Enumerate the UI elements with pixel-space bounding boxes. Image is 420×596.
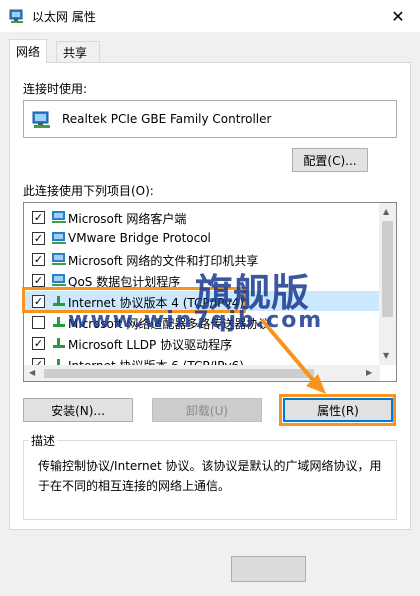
list-item-label: VMware Bridge Protocol xyxy=(68,231,211,245)
network-adapter-icon xyxy=(9,9,23,23)
watermark-url: www.win7qjb.com xyxy=(68,308,324,333)
tab-label: 共享 xyxy=(63,46,88,60)
close-button[interactable]: ✕ xyxy=(376,0,420,32)
adapter-field: Realtek PCIe GBE Family Controller xyxy=(23,100,397,138)
connect-using-label: 连接时使用: xyxy=(23,82,88,96)
properties-button-label: 属性(R) xyxy=(317,403,359,418)
description-text: 传输控制协议/Internet 协议。该协议是默认的广域网络协议，用于在不同的相… xyxy=(38,459,382,493)
checkbox[interactable]: ✓ xyxy=(32,253,45,266)
network-client-icon xyxy=(52,253,66,265)
tab-label: 网络 xyxy=(16,45,41,59)
uninstall-button[interactable]: 卸载(U) xyxy=(152,398,262,422)
properties-button[interactable]: 属性(R) xyxy=(283,398,393,422)
list-item-label: Microsoft 网络客户端 xyxy=(68,212,187,226)
network-client-icon xyxy=(52,232,66,244)
close-icon: ✕ xyxy=(391,6,405,26)
install-button-label: 安装(N)... xyxy=(51,403,105,418)
items-list-label: 此连接使用下列项目(O): xyxy=(23,184,154,198)
title-bar: 以太网 属性 ✕ xyxy=(0,0,420,32)
checkbox[interactable]: ✓ xyxy=(32,211,45,224)
tab-network[interactable]: 网络 xyxy=(9,39,48,63)
description-label: 描述 xyxy=(29,432,58,449)
scroll-up-icon[interactable]: ▲ xyxy=(383,207,389,216)
protocol-icon xyxy=(53,338,65,348)
window-title: 以太网 属性 xyxy=(32,10,96,24)
scroll-left-icon[interactable]: ◀ xyxy=(29,368,35,377)
horizontal-scrollbar[interactable]: ◀ ▶ xyxy=(24,365,380,381)
checkbox[interactable] xyxy=(32,316,45,329)
uninstall-button-label: 卸载(U) xyxy=(185,403,229,418)
vertical-scrollbar[interactable]: ▲ ▼ xyxy=(379,203,396,365)
scroll-thumb[interactable] xyxy=(382,221,393,317)
list-item-label: QoS 数据包计划程序 xyxy=(68,275,181,289)
network-client-icon xyxy=(52,211,66,223)
list-item[interactable]: ✓ Microsoft LLDP 协议驱动程序 xyxy=(24,333,380,353)
protocol-icon xyxy=(53,317,65,327)
list-item[interactable]: ✓ Microsoft 网络客户端 xyxy=(24,207,380,227)
network-client-icon xyxy=(52,274,66,286)
protocol-icon xyxy=(53,296,65,306)
scroll-down-icon[interactable]: ▼ xyxy=(383,351,389,360)
list-item[interactable]: ✓ VMware Bridge Protocol xyxy=(24,228,380,248)
scroll-thumb[interactable] xyxy=(44,369,314,378)
checkbox[interactable]: ✓ xyxy=(32,232,45,245)
checkbox[interactable]: ✓ xyxy=(32,337,45,350)
adapter-name: Realtek PCIe GBE Family Controller xyxy=(62,112,272,126)
ok-button[interactable] xyxy=(231,556,306,582)
tab-sharing[interactable]: 共享 xyxy=(56,41,100,63)
scroll-right-icon[interactable]: ▶ xyxy=(366,368,372,377)
checkbox[interactable]: ✓ xyxy=(32,274,45,287)
configure-button[interactable]: 配置(C)... xyxy=(292,148,368,172)
configure-button-label: 配置(C)... xyxy=(303,153,357,168)
network-adapter-icon xyxy=(32,111,50,128)
list-item-label: Microsoft LLDP 协议驱动程序 xyxy=(68,338,233,352)
checkbox[interactable]: ✓ xyxy=(32,295,45,308)
install-button[interactable]: 安装(N)... xyxy=(23,398,133,422)
